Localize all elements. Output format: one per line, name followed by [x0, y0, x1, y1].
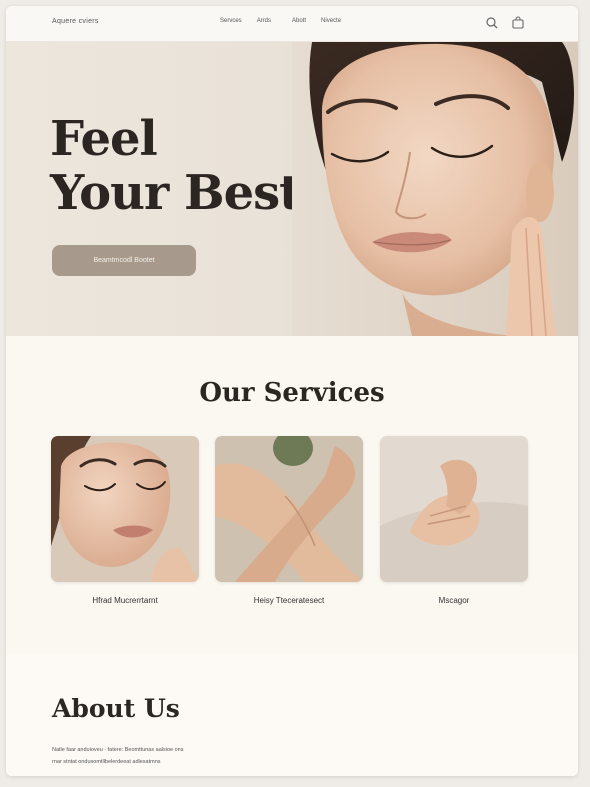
page: Aquere cviers Servces Arrds Abott Nivect…: [6, 6, 578, 776]
hero-portrait-image: [292, 42, 578, 336]
hero-title-line-1: Feel: [50, 111, 158, 167]
service-card-body[interactable]: Heisy Tteceratesect: [215, 436, 363, 605]
site-header: Aquere cviers Servces Arrds Abott Nivect…: [6, 6, 578, 42]
hero-cta-button[interactable]: Beamtmcodl Bootet: [52, 245, 196, 276]
about-section: About Us Natle faar anduioveu · fatere: …: [6, 654, 578, 776]
service-image-facial: [51, 436, 199, 582]
service-card-massage[interactable]: Mscagor: [380, 436, 528, 605]
hero-title-line-2: Your Best: [50, 165, 301, 221]
hero-title: Feel Your Best: [50, 111, 301, 221]
about-title: About Us: [52, 694, 180, 723]
cart-icon[interactable]: [510, 15, 526, 31]
brand-logo[interactable]: Aquere cviers: [52, 18, 99, 25]
nav-item-2[interactable]: Arrds: [257, 18, 271, 24]
nav-item-contact[interactable]: Nivecte: [321, 18, 341, 24]
hero-section: Feel Your Best Beamtmcodl Bootet: [6, 42, 578, 336]
service-card-facial[interactable]: Hfrad Mucrerrtarnt: [51, 436, 199, 605]
service-image-body: [215, 436, 363, 582]
service-image-massage: [380, 436, 528, 582]
nav-item-services[interactable]: Servces: [220, 18, 242, 24]
about-text-line-1: Natle faar anduioveu · fatere: Beomttuna…: [52, 747, 184, 753]
services-section: Our Services Hfrad Mucrerrtarnt Heisy Tt…: [6, 336, 578, 654]
services-title: Our Services: [199, 378, 385, 408]
main-nav: Servces Arrds Abott Nivecte: [220, 18, 341, 24]
search-icon[interactable]: [484, 15, 500, 31]
service-label-massage: Mscagor: [438, 596, 470, 605]
service-label-facial: Hfrad Mucrerrtarnt: [92, 596, 158, 605]
about-text-line-2: rnar stntat ondusomtllbelerdeeat adlesat…: [52, 759, 161, 765]
nav-item-about[interactable]: Abott: [292, 18, 306, 24]
service-label-body: Heisy Tteceratesect: [253, 596, 325, 605]
about-text: Natle faar anduioveu · fatere: Beomttuna…: [52, 744, 312, 768]
